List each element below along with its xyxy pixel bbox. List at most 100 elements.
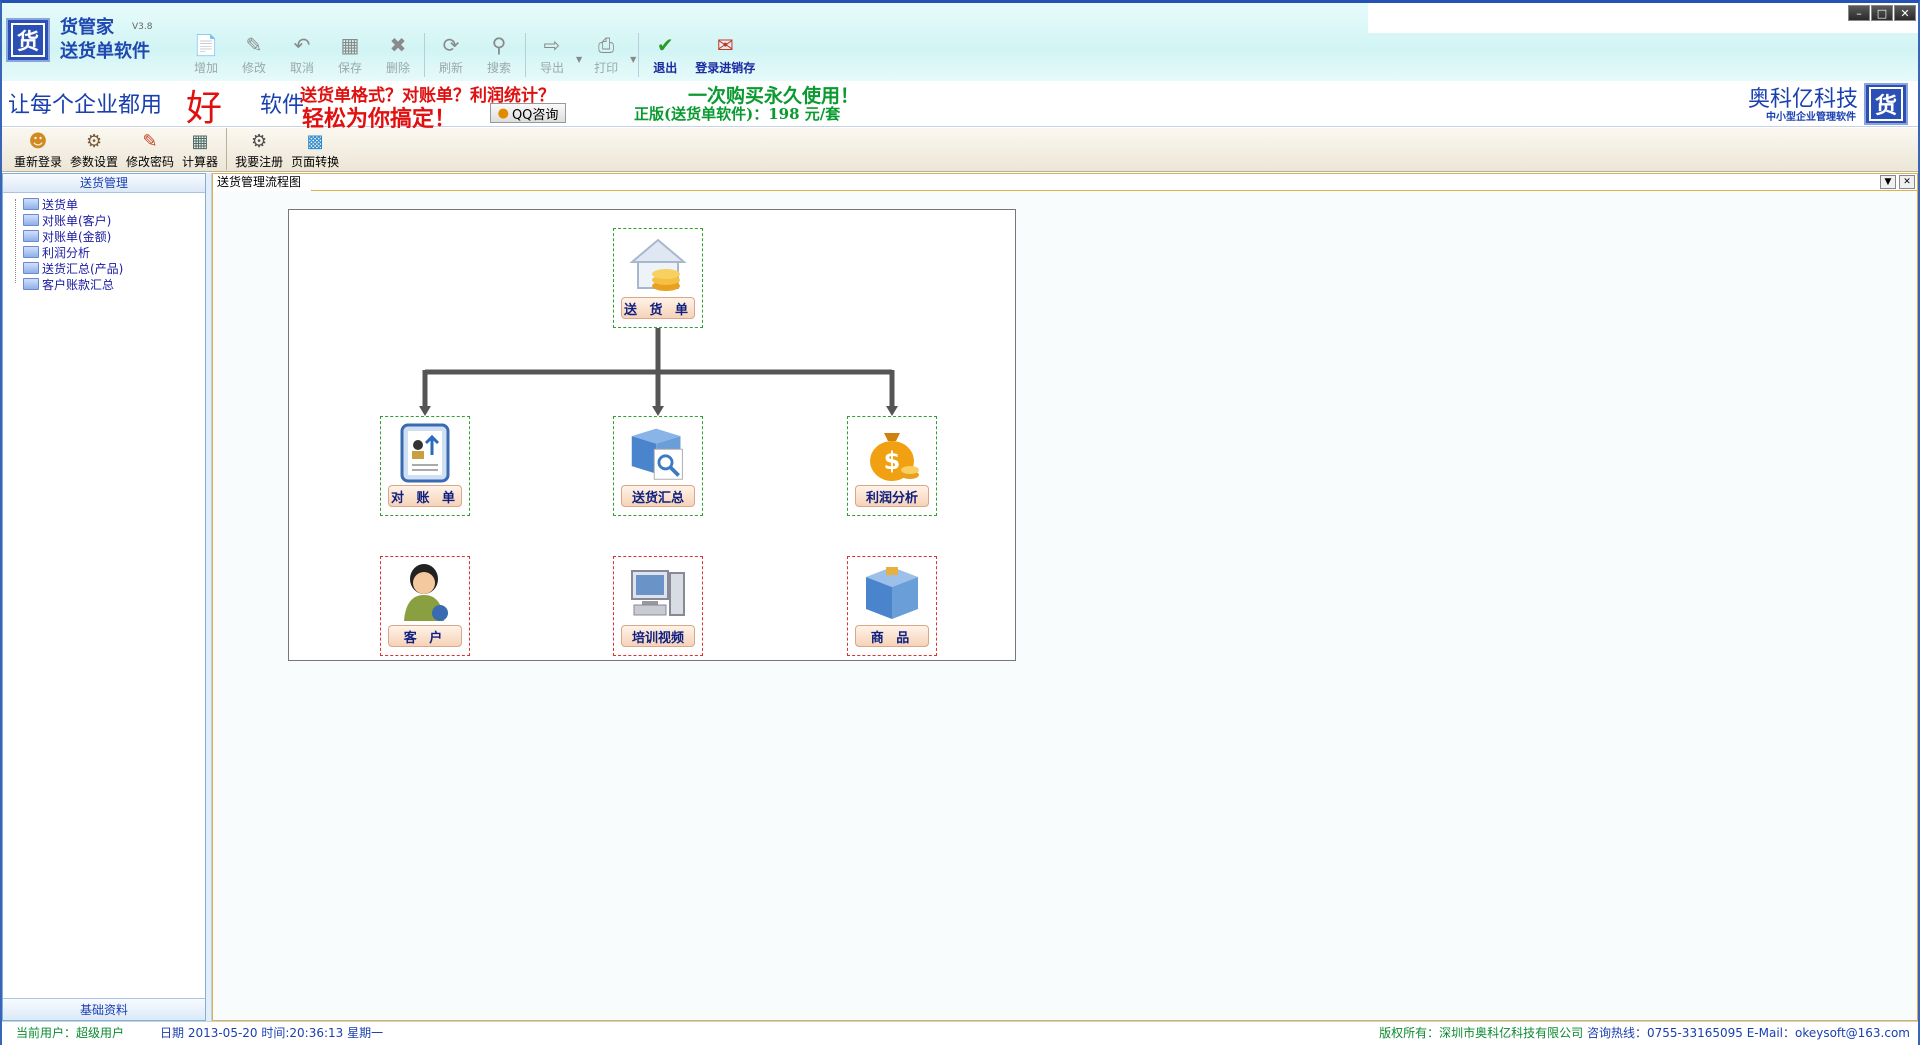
status-current-user: 当前用户：超级用户: [16, 1026, 125, 1040]
switch-page-button[interactable]: ▩ 页面转换: [287, 128, 343, 170]
edit-icon: ✎: [245, 33, 263, 57]
tab-close-icon[interactable]: ✕: [1899, 175, 1915, 189]
box-magnifier-icon: [628, 423, 688, 483]
tab-dropdown-icon[interactable]: ▼: [1880, 175, 1896, 189]
node-label: 送 货 单: [621, 297, 695, 319]
qq-icon: ●: [497, 105, 509, 121]
print-dropdown-icon[interactable]: ▼: [630, 55, 636, 64]
node-label: 培训视频: [621, 625, 695, 647]
delete-icon: ✖: [389, 33, 407, 57]
save-icon: ▦: [340, 33, 360, 57]
password-icon: ✎: [142, 130, 158, 152]
maximize-icon[interactable]: □: [1871, 5, 1893, 21]
sidebar: 送货管理 送货单 对账单(客户) 对账单(金额) 利润分析 送货汇总(产品) 客…: [2, 173, 206, 1021]
print-button[interactable]: ⎙ 打印: [582, 33, 630, 79]
node-label: 客 户: [388, 625, 462, 647]
calculator-button[interactable]: ▦ 计算器: [178, 128, 222, 170]
sidebar-item-delivery[interactable]: 送货单: [23, 196, 205, 212]
login-inventory-button[interactable]: ✉ 登录进销存: [689, 33, 761, 79]
node-label: 利润分析: [855, 485, 929, 507]
sidebar-item-summary-product[interactable]: 送货汇总(产品): [23, 260, 205, 276]
node-customer[interactable]: 客 户: [380, 556, 470, 656]
tab-bar: 送货管理流程图 ▼ ✕: [213, 174, 1917, 191]
refresh-button[interactable]: ⟳ 刷新: [427, 33, 475, 79]
sidebar-item-profit[interactable]: 利润分析: [23, 244, 205, 260]
qq-consult-button[interactable]: ● QQ咨询: [490, 103, 566, 123]
status-copyright: 版权所有：深圳市奥科亿科技有限公司 咨询热线：0755-33165095 E-M…: [1379, 1026, 1910, 1040]
search-button[interactable]: ⚲ 搜索: [475, 33, 523, 79]
relogin-icon: ☻: [28, 130, 48, 152]
header: 货 货管家 送货单软件 V3.8 📄 增加 ✎ 修改 ↶ 取消 ▦ 保存 ✖ 删除 ⟳ 刷新…: [2, 3, 1918, 81]
node-product[interactable]: 商 品: [847, 556, 937, 656]
banner-good: 好: [186, 88, 223, 129]
node-profit-analysis[interactable]: $ 利润分析: [847, 416, 937, 516]
register-icon: ⚙: [250, 130, 268, 152]
banner-price: 正版(送货单软件)：198 元/套: [634, 105, 841, 123]
money-bag-icon: $: [862, 423, 922, 483]
minimize-icon[interactable]: –: [1848, 5, 1870, 21]
sidebar-tree: 送货单 对账单(客户) 对账单(金额) 利润分析 送货汇总(产品) 客户账款汇总: [3, 193, 205, 292]
delete-button[interactable]: ✖ 删除: [374, 33, 422, 79]
export-button[interactable]: ⇨ 导出: [528, 33, 576, 79]
login-icon: ✉: [716, 33, 734, 57]
flowchart: 送 货 单 对 账 单 送货汇总 $ 利润分析 客 户 培训视频 商 品: [288, 209, 1016, 661]
exit-button[interactable]: ✔ 退出: [641, 33, 689, 79]
cancel-button[interactable]: ↶ 取消: [278, 33, 326, 79]
folder-icon: [23, 214, 39, 226]
svg-text:$: $: [884, 447, 901, 475]
switch-page-icon: ▩: [306, 130, 324, 152]
settings-button[interactable]: ⚙ 参数设置: [66, 128, 122, 170]
customer-person-icon: [395, 563, 455, 623]
folder-icon: [23, 262, 39, 274]
tab-delivery-flowchart[interactable]: 送货管理流程图: [213, 174, 313, 191]
house-coins-icon: [628, 235, 688, 295]
computer-icon: [628, 563, 688, 623]
folder-icon: [23, 278, 39, 290]
node-delivery-note[interactable]: 送 货 单: [613, 228, 703, 328]
undo-icon: ↶: [293, 33, 311, 57]
app-window: 货 货管家 送货单软件 V3.8 📄 增加 ✎ 修改 ↶ 取消 ▦ 保存 ✖ 删除 ⟳ 刷新…: [0, 0, 1920, 1045]
exit-icon: ✔: [656, 33, 674, 57]
save-button[interactable]: ▦ 保存: [326, 33, 374, 79]
app-version: V3.8: [132, 22, 153, 32]
folder-icon: [23, 246, 39, 258]
sidebar-item-statement-customer[interactable]: 对账单(客户): [23, 212, 205, 228]
relogin-button[interactable]: ☻ 重新登录: [10, 128, 66, 170]
banner-slogan: 让每个企业都用: [8, 93, 163, 118]
app-name-line2: 送货单软件: [60, 41, 150, 62]
change-password-button[interactable]: ✎ 修改密码: [122, 128, 178, 170]
document-person-icon: [395, 423, 455, 483]
settings-icon: ⚙: [85, 130, 103, 152]
folder-icon: [23, 198, 39, 210]
folder-icon: [23, 230, 39, 242]
node-label: 送货汇总: [621, 485, 695, 507]
node-statement[interactable]: 对 账 单: [380, 416, 470, 516]
sidebar-title[interactable]: 送货管理: [3, 174, 205, 193]
sidebar-item-statement-amount[interactable]: 对账单(金额): [23, 228, 205, 244]
add-button[interactable]: 📄 增加: [182, 33, 230, 79]
main-toolbar: 📄 增加 ✎ 修改 ↶ 取消 ▦ 保存 ✖ 删除 ⟳ 刷新 ⚲ 搜索 ⇨ 导出 ▼ ⎙ 打印 ▼ …: [182, 33, 761, 79]
calculator-icon: ▦: [191, 130, 209, 152]
register-button[interactable]: ⚙ 我要注册: [231, 128, 287, 170]
edit-button[interactable]: ✎ 修改: [230, 33, 278, 79]
close-icon[interactable]: ✕: [1894, 5, 1916, 21]
ad-banner: 让每个企业都用 好 软件 送货单格式？对账单？利润统计？ 轻松为你搞定！ ● QQ…: [2, 81, 1918, 132]
export-icon: ⇨: [543, 33, 561, 57]
app-logo: 货: [6, 18, 50, 62]
main-panel: 送货管理流程图 ▼ ✕ 送 货 单 对 账 单 送货汇总 $ 利润分析 客 户 …: [212, 173, 1918, 1021]
company-subtitle: 中小型企业管理软件: [1766, 112, 1856, 123]
node-label: 对 账 单: [388, 485, 462, 507]
search-icon: ⚲: [491, 33, 507, 57]
window-controls: – □ ✕: [1848, 5, 1916, 21]
node-label: 商 品: [855, 625, 929, 647]
status-datetime: 日期 2013-05-20 时间:20:36:13 星期一: [160, 1026, 384, 1040]
banner-soft: 软件: [260, 93, 305, 118]
status-bar: 当前用户：超级用户 日期 2013-05-20 时间:20:36:13 星期一 …: [2, 1021, 1918, 1045]
sidebar-item-customer-account[interactable]: 客户账款汇总: [23, 276, 205, 292]
sidebar-footer-basic-data[interactable]: 基础资料: [3, 998, 205, 1020]
node-training-video[interactable]: 培训视频: [613, 556, 703, 656]
node-delivery-summary[interactable]: 送货汇总: [613, 416, 703, 516]
refresh-icon: ⟳: [442, 33, 460, 57]
company-logo: 货: [1864, 83, 1908, 125]
new-document-icon: 📄: [193, 33, 219, 57]
